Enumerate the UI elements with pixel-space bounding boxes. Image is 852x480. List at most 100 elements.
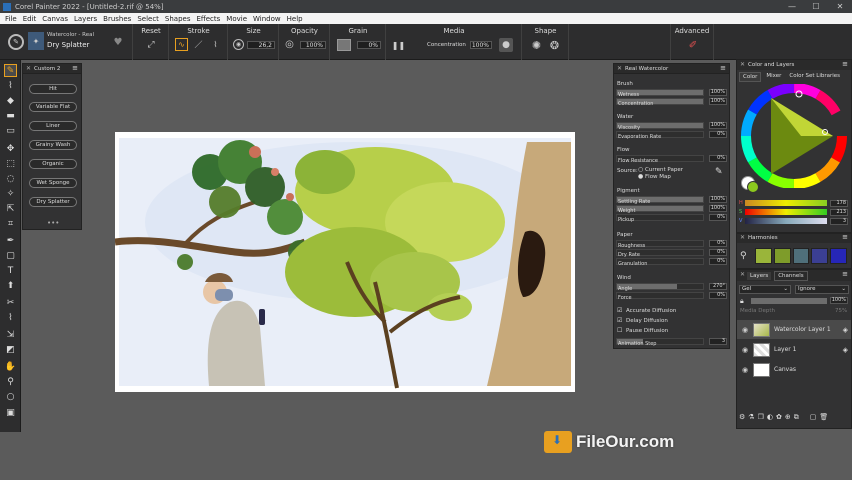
layer-mask-icon[interactable]: ◐ — [767, 413, 773, 421]
custom-button-organic[interactable]: Organic — [29, 159, 77, 169]
harmony-swatch[interactable] — [830, 248, 847, 264]
favorite-heart-icon[interactable]: ♥ — [112, 36, 124, 48]
layers-close-icon[interactable]: ✕ — [740, 271, 745, 278]
layer-opacity-value[interactable]: 100% — [830, 297, 848, 304]
menu-brushes[interactable]: Brushes — [103, 15, 131, 23]
maximize-button[interactable]: ☐ — [804, 0, 828, 13]
watercolor-close-icon[interactable]: ✕ — [617, 65, 622, 72]
settling-rate-value[interactable]: 100% — [709, 196, 727, 203]
palette-more-icon[interactable]: ••• — [47, 219, 59, 227]
delay-diffusion-checkbox[interactable]: ☑ — [617, 317, 622, 324]
evaporation-value[interactable]: 0% — [709, 131, 727, 138]
weight-value[interactable]: 100% — [709, 205, 727, 212]
custom-button-wet-sponge[interactable]: Wet Sponge — [29, 178, 77, 188]
palette-close-icon[interactable]: ✕ — [26, 65, 31, 72]
palette-menu-icon[interactable]: ≡ — [72, 64, 78, 72]
visibility-eye-icon[interactable]: ◉ — [740, 326, 750, 334]
harmony-swatch[interactable] — [811, 248, 829, 264]
flow-resistance-slider[interactable]: Flow Resistance — [616, 155, 704, 164]
wind-force-value[interactable]: 0% — [709, 292, 727, 299]
wetness-slider[interactable]: Wetness — [616, 89, 704, 98]
dab-shape-icon[interactable]: ✺ — [530, 39, 543, 52]
concentration-input[interactable]: 100% — [470, 41, 492, 49]
bristle-shape-icon[interactable]: ❂ — [548, 39, 561, 52]
roughness-slider[interactable]: Roughness — [616, 240, 704, 249]
flow-map-radio[interactable]: ● — [638, 173, 643, 180]
visibility-eye-icon[interactable]: ◉ — [740, 366, 750, 374]
harmonies-menu-icon[interactable]: ≡ — [842, 233, 848, 241]
stroke-options-icon[interactable]: ⌇ — [209, 38, 222, 51]
straight-line-icon[interactable]: ／ — [192, 38, 205, 51]
grabber-tool-icon[interactable]: ✋ — [4, 360, 17, 373]
new-watercolor-layer-icon[interactable]: ✿ — [776, 413, 782, 421]
dynamic-plugins-icon[interactable]: ⚗ — [748, 413, 754, 421]
reset-brush-icon[interactable]: ⤢ — [145, 39, 157, 51]
hue-slider[interactable] — [745, 200, 827, 206]
pause-diffusion-checkbox[interactable]: ☐ — [617, 327, 622, 334]
menu-movie[interactable]: Movie — [226, 15, 247, 23]
harmony-swatch[interactable] — [755, 248, 772, 264]
shape-tool-icon[interactable]: ▢ — [4, 249, 17, 262]
layer-adjuster-icon[interactable]: ✥ — [4, 142, 17, 155]
document-canvas[interactable] — [115, 132, 575, 392]
harmony-swatch[interactable] — [792, 248, 810, 264]
menu-help[interactable]: Help — [287, 15, 303, 23]
custom-button-hit[interactable]: Hit — [29, 84, 77, 94]
duplicate-layer-icon[interactable]: ⧉ — [794, 413, 799, 422]
menu-effects[interactable]: Effects — [197, 15, 221, 23]
tab-color[interactable]: Color — [739, 72, 762, 82]
freehand-stroke-icon[interactable]: ∿ — [175, 38, 188, 51]
pickup-value[interactable]: 0% — [709, 214, 727, 221]
accurate-diffusion-checkbox[interactable]: ☑ — [617, 307, 622, 314]
dry-rate-value[interactable]: 0% — [709, 249, 727, 256]
tab-color-set-libraries[interactable]: Color Set Libraries — [786, 72, 843, 82]
paper-grain-icon[interactable] — [337, 39, 351, 51]
new-group-icon[interactable]: ❐ — [758, 413, 764, 421]
dropper-tool-icon[interactable]: ⌇ — [4, 79, 17, 92]
rotate-page-icon[interactable]: ○ — [4, 390, 17, 403]
color-swatch-icon[interactable]: ▣ — [4, 406, 17, 419]
delete-layer-icon[interactable]: 🗑︎ — [819, 413, 828, 421]
lasso-tool-icon[interactable]: ◌ — [4, 172, 17, 185]
custom-button-liner[interactable]: Liner — [29, 121, 77, 131]
dry-rate-slider[interactable]: Dry Rate — [616, 249, 704, 258]
wetness-value[interactable]: 100% — [709, 89, 727, 96]
mirror-tool-icon[interactable]: ⇲ — [4, 328, 17, 341]
brush-tool-icon[interactable]: ✎ — [4, 64, 17, 77]
saturation-slider[interactable] — [745, 209, 827, 215]
settling-rate-slider[interactable]: Settling Rate — [616, 196, 704, 205]
close-button[interactable]: ✕ — [828, 0, 852, 13]
concentration-slider[interactable]: Concentration — [616, 98, 704, 107]
layer-opacity-slider[interactable] — [751, 298, 827, 304]
concentration-slider-value[interactable]: 100% — [709, 98, 727, 105]
visibility-eye-icon[interactable]: ◉ — [740, 346, 750, 354]
v-value[interactable]: 3 — [830, 218, 848, 225]
color-panel-menu-icon[interactable]: ≡ — [842, 60, 848, 68]
layer-row-canvas[interactable]: ◉ Canvas — [737, 360, 851, 379]
layer-row-watercolor[interactable]: ◉ Watercolor Layer 1 ◈ — [737, 320, 851, 339]
menu-select[interactable]: Select — [137, 15, 159, 23]
viscosity-value[interactable]: 100% — [709, 122, 727, 129]
lock-icon[interactable]: 🔒︎ — [740, 297, 744, 306]
menu-file[interactable]: File — [5, 15, 17, 23]
color-panel-close-icon[interactable]: ✕ — [740, 61, 745, 68]
crop-tool-icon[interactable]: ⌗ — [4, 217, 17, 230]
layers-menu-icon[interactable]: ≡ — [842, 270, 848, 278]
opacity-input[interactable]: 100% — [300, 41, 326, 49]
viscosity-slider[interactable]: Viscosity — [616, 122, 704, 131]
paint-bucket-icon[interactable]: ◆ — [4, 94, 17, 107]
brush-selector[interactable]: ✎ ✦ Watercolor - Real Dry Splatter ♥ — [0, 24, 133, 60]
granulation-slider[interactable]: Granulation — [616, 258, 704, 267]
value-slider[interactable] — [745, 218, 827, 224]
blend-mode-select[interactable]: Gel ⌄ — [739, 285, 791, 294]
tab-layers[interactable]: Layers — [747, 271, 772, 280]
cloner-tool-icon[interactable]: ✂ — [4, 296, 17, 309]
tab-channels[interactable]: Channels — [774, 270, 808, 281]
minimize-button[interactable]: — — [780, 0, 804, 13]
roughness-value[interactable]: 0% — [709, 240, 727, 247]
watercolor-menu-icon[interactable]: ≡ — [720, 64, 726, 72]
brush-library-icon[interactable]: ✎ — [8, 34, 24, 50]
menu-canvas[interactable]: Canvas — [42, 15, 68, 23]
harmony-link-icon[interactable]: ⚲ — [740, 251, 747, 261]
menu-window[interactable]: Window — [253, 15, 281, 23]
